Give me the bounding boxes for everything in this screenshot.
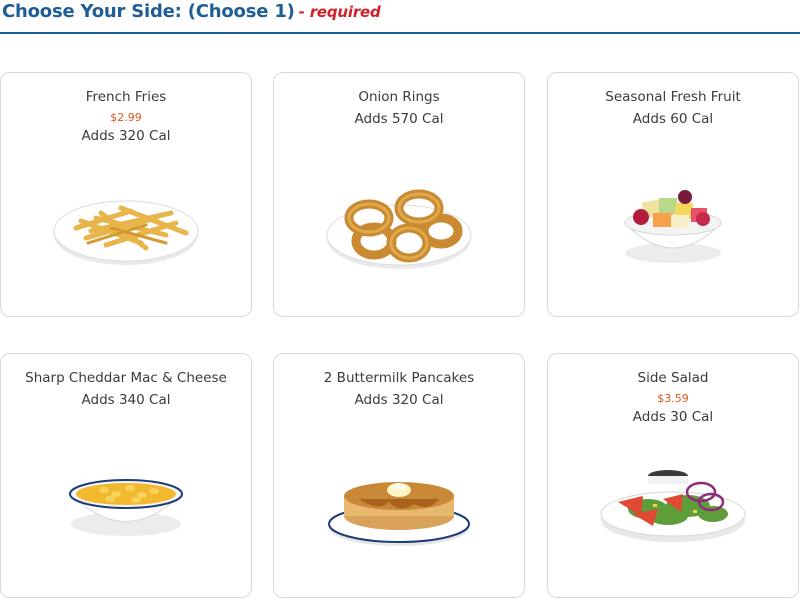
side-option-onion-rings[interactable]: Onion Rings Adds 570 Cal [273, 72, 525, 317]
pancakes-image [274, 454, 524, 564]
side-salad-image [548, 454, 798, 564]
side-option-seasonal-fresh-fruit[interactable]: Seasonal Fresh Fruit Adds 60 Cal [547, 72, 799, 317]
side-name: Side Salad [637, 370, 709, 386]
side-option-french-fries[interactable]: French Fries $2.99 Adds 320 Cal [0, 72, 252, 317]
fruit-bowl-image [548, 173, 798, 283]
mac-and-cheese-image [1, 454, 251, 564]
side-option-mac-and-cheese[interactable]: Sharp Cheddar Mac & Cheese Adds 340 Cal [0, 353, 252, 598]
side-calories: Adds 570 Cal [354, 111, 444, 127]
section-header: Choose Your Side: (Choose 1) - required [0, 0, 800, 34]
side-name: Seasonal Fresh Fruit [605, 89, 741, 105]
side-option-side-salad[interactable]: Side Salad $3.59 Adds 30 Cal [547, 353, 799, 598]
title-text: Choose Your Side: (Choose 1) [2, 1, 295, 22]
side-name: Onion Rings [358, 89, 440, 105]
side-name: 2 Buttermilk Pancakes [323, 370, 475, 386]
side-calories: Adds 320 Cal [81, 128, 171, 144]
section-title: Choose Your Side: (Choose 1) - required [2, 1, 381, 22]
required-label: - required [298, 3, 381, 21]
side-calories: Adds 320 Cal [354, 392, 444, 408]
side-calories: Adds 30 Cal [632, 409, 714, 425]
french-fries-image [1, 173, 251, 283]
side-price: $2.99 [110, 111, 142, 124]
side-option-buttermilk-pancakes[interactable]: 2 Buttermilk Pancakes Adds 320 Cal [273, 353, 525, 598]
side-calories: Adds 340 Cal [81, 392, 171, 408]
side-name: French Fries [85, 89, 167, 105]
side-calories: Adds 60 Cal [632, 111, 714, 127]
side-price: $3.59 [657, 392, 689, 405]
onion-rings-image [274, 173, 524, 283]
side-name: Sharp Cheddar Mac & Cheese [25, 370, 227, 386]
